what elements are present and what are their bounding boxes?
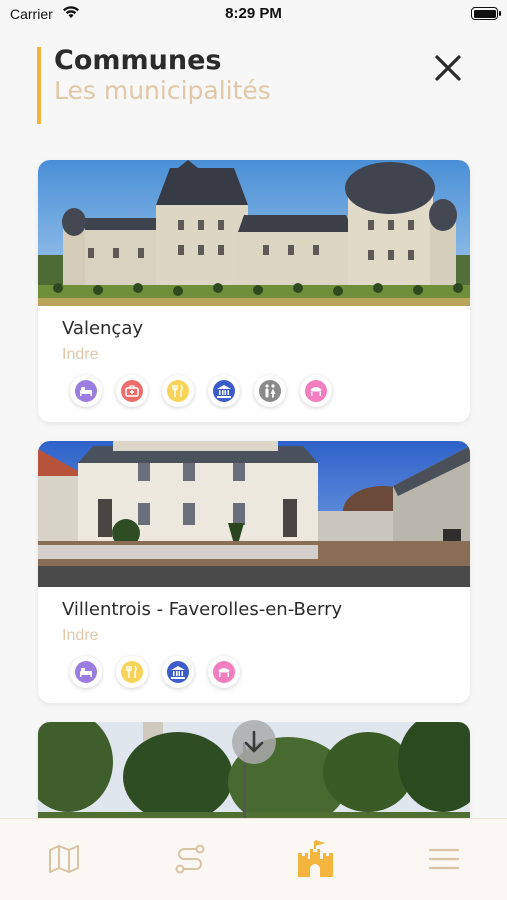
commune-photo [38, 441, 470, 587]
menu-icon [428, 848, 460, 870]
close-button[interactable] [432, 52, 464, 84]
tab-communes[interactable] [296, 839, 336, 879]
bed-icon [70, 375, 102, 407]
tab-routes[interactable] [170, 839, 210, 879]
tab-menu[interactable] [424, 839, 464, 879]
clock: 8:29 PM [225, 5, 282, 22]
map-icon [49, 845, 79, 873]
castle-icon [298, 840, 333, 877]
page-title: Communes [54, 45, 222, 76]
commune-department: Indre [62, 346, 99, 363]
health-icon [116, 375, 148, 407]
page-header: Communes Les municipalités [37, 45, 437, 124]
scroll-down-button[interactable] [232, 720, 276, 764]
battery-icon [471, 7, 501, 20]
bed-icon [70, 656, 102, 688]
page-subtitle: Les municipalités [54, 76, 271, 105]
poi-icon-row [70, 656, 240, 688]
toilets-icon [254, 375, 286, 407]
poi-icon-row [70, 375, 332, 407]
status-bar: Carrier 8:29 PM [0, 0, 507, 30]
commune-photo [38, 160, 470, 306]
communes-screen: Carrier 8:29 PM Communes Les municipalit… [0, 0, 507, 900]
arrow-down-icon [244, 730, 264, 753]
commune-card[interactable]: Villentrois - Faverolles-en-Berry Indre [38, 441, 470, 703]
market-icon [208, 656, 240, 688]
commune-card[interactable]: Valençay Indre [38, 160, 470, 422]
museum-icon [208, 375, 240, 407]
close-icon [435, 55, 461, 81]
tab-map[interactable] [44, 839, 84, 879]
commune-name: Valençay [62, 318, 144, 339]
commune-name: Villentrois - Faverolles-en-Berry [62, 599, 343, 620]
market-icon [300, 375, 332, 407]
restaurant-icon [162, 375, 194, 407]
museum-icon [162, 656, 194, 688]
restaurant-icon [116, 656, 148, 688]
tab-bar [0, 818, 507, 900]
route-icon [175, 844, 205, 874]
commune-department: Indre [62, 627, 99, 644]
